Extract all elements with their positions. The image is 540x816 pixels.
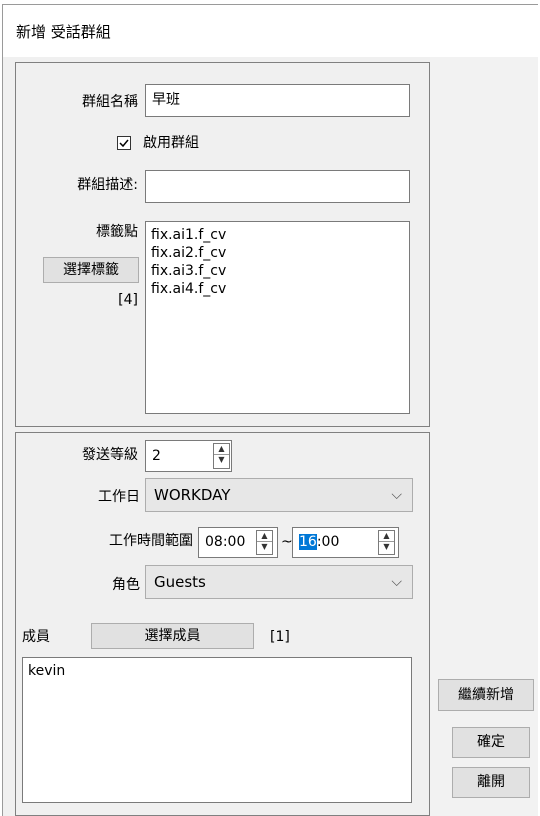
- enable-group-label: 啟用群組: [143, 135, 199, 151]
- tags-list[interactable]: fix.ai1.f_cv fix.ai2.f_cv fix.ai3.f_cv f…: [145, 221, 410, 414]
- select-tags-button[interactable]: 選擇標籤: [43, 257, 139, 283]
- group-desc-input[interactable]: [145, 170, 410, 203]
- time-end-stepper[interactable]: ▲ ▼: [378, 530, 395, 555]
- list-item[interactable]: fix.ai3.f_cv: [151, 262, 404, 280]
- chevron-down-icon: ⌵: [391, 574, 402, 590]
- time-start-value: 08:00: [205, 534, 246, 550]
- stepper-up-icon[interactable]: ▲: [214, 444, 229, 454]
- workday-value: WORKDAY: [154, 486, 231, 504]
- role-select[interactable]: Guests ⌵: [145, 565, 413, 599]
- stepper-down-icon[interactable]: ▼: [214, 454, 229, 465]
- time-separator: ~: [281, 534, 293, 550]
- group-desc-label: 群組描述:: [77, 177, 138, 193]
- role-label: 角色: [112, 577, 140, 593]
- tags-count: [4]: [118, 292, 138, 308]
- level-label: 發送等級: [82, 447, 138, 463]
- stepper-up-icon[interactable]: ▲: [257, 531, 272, 541]
- stepper-up-icon[interactable]: ▲: [379, 531, 394, 541]
- workday-label: 工作日: [98, 489, 140, 505]
- time-range-label: 工作時間範圍: [109, 533, 193, 549]
- list-item[interactable]: fix.ai2.f_cv: [151, 244, 404, 262]
- stepper-down-icon[interactable]: ▼: [379, 541, 394, 552]
- continue-add-button[interactable]: 繼續新增: [438, 679, 534, 711]
- list-item[interactable]: fix.ai4.f_cv: [151, 280, 404, 298]
- level-stepper[interactable]: ▲ ▼: [213, 443, 230, 469]
- enable-group-checkbox[interactable]: [117, 136, 131, 150]
- time-end-selected: 16: [299, 534, 317, 550]
- list-item[interactable]: fix.ai1.f_cv: [151, 226, 404, 244]
- list-item[interactable]: kevin: [28, 662, 406, 680]
- group-name-input[interactable]: 早班: [145, 84, 410, 117]
- time-end-rest: :00: [316, 534, 340, 550]
- role-value: Guests: [154, 573, 206, 591]
- members-label: 成員: [22, 629, 50, 645]
- checkmark-icon: [119, 139, 129, 148]
- time-start-stepper[interactable]: ▲ ▼: [256, 530, 273, 555]
- members-list[interactable]: kevin: [22, 657, 412, 803]
- leave-button[interactable]: 離開: [452, 767, 530, 798]
- select-members-button[interactable]: 選擇成員: [91, 623, 254, 649]
- window-title: 新增 受話群組: [16, 23, 111, 41]
- workday-select[interactable]: WORKDAY ⌵: [145, 478, 413, 512]
- chevron-down-icon: ⌵: [391, 487, 402, 503]
- confirm-button[interactable]: 確定: [452, 727, 530, 758]
- stepper-down-icon[interactable]: ▼: [257, 541, 272, 552]
- members-count: [1]: [270, 629, 290, 645]
- tags-label: 標籤點: [96, 224, 138, 240]
- group-name-label: 群組名稱: [82, 94, 138, 110]
